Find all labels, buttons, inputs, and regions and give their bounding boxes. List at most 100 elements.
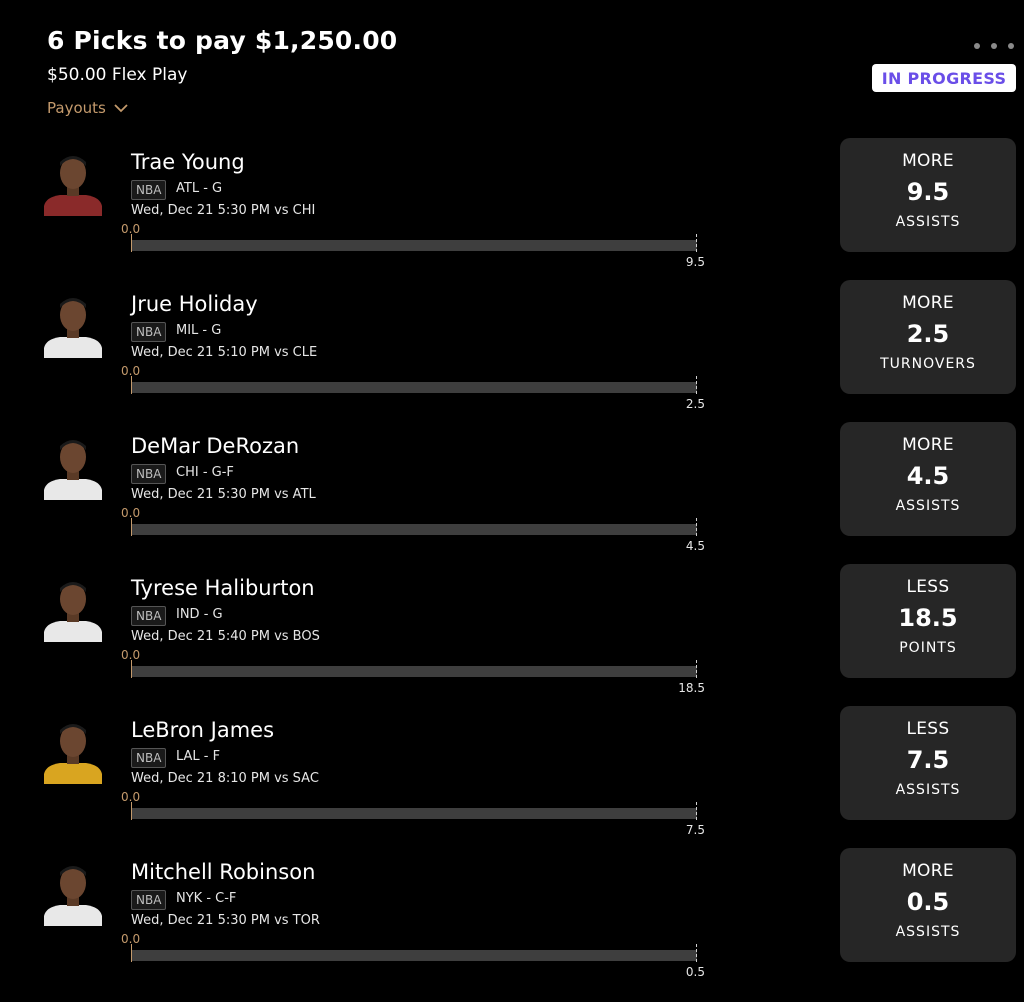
player-name: Mitchell Robinson — [131, 860, 316, 884]
league-tag: NBA — [131, 606, 167, 626]
pick-stat: TURNOVERS — [880, 356, 976, 372]
team-position: LAL - F — [176, 749, 221, 764]
pick-direction: LESS — [906, 577, 950, 597]
pick-direction: MORE — [902, 293, 954, 313]
progress-bar — [131, 944, 697, 962]
pick-direction: MORE — [902, 435, 954, 455]
pick-line: 18.5 — [898, 604, 958, 632]
league-tag: NBA — [131, 890, 167, 910]
player-avatar — [40, 292, 106, 358]
game-info: Wed, Dec 21 5:30 PM vs ATL — [131, 487, 316, 502]
player-name: LeBron James — [131, 718, 275, 742]
more-options-icon[interactable] — [974, 38, 1014, 54]
pick-card[interactable]: MORE 0.5 ASSISTS — [840, 848, 1016, 962]
dot — [1008, 43, 1014, 49]
pick-row: Mitchell Robinson NBA NYK - C-F Wed, Dec… — [0, 848, 1024, 1002]
pick-line: 7.5 — [906, 746, 950, 774]
team-position: ATL - G — [176, 181, 223, 196]
player-avatar — [40, 434, 106, 500]
league-tag: NBA — [131, 464, 167, 484]
pick-card[interactable]: MORE 9.5 ASSISTS — [840, 138, 1016, 252]
progress-line-value: 18.5 — [678, 681, 705, 695]
progress-line-value: 7.5 — [685, 823, 705, 837]
game-info: Wed, Dec 21 5:30 PM vs CHI — [131, 203, 316, 218]
dot — [991, 43, 997, 49]
status-badge: IN PROGRESS — [872, 64, 1016, 92]
dot — [974, 43, 980, 49]
progress-origin-marker — [131, 376, 132, 394]
progress-bar — [131, 802, 697, 820]
progress-track — [131, 666, 697, 677]
entry-title: 6 Picks to pay $1,250.00 — [47, 26, 398, 55]
pick-row: DeMar DeRozan NBA CHI - G-F Wed, Dec 21 … — [0, 422, 1024, 576]
progress-track — [131, 382, 697, 393]
progress-bar — [131, 234, 697, 252]
pick-direction: MORE — [902, 861, 954, 881]
game-info: Wed, Dec 21 5:10 PM vs CLE — [131, 345, 318, 360]
progress-track — [131, 524, 697, 535]
pick-card[interactable]: LESS 7.5 ASSISTS — [840, 706, 1016, 820]
team-position: NYK - C-F — [176, 891, 237, 906]
progress-target-marker — [696, 234, 697, 252]
league-tag: NBA — [131, 180, 167, 200]
pick-row: Tyrese Haliburton NBA IND - G Wed, Dec 2… — [0, 564, 1024, 718]
progress-origin-marker — [131, 944, 132, 962]
league-tag: NBA — [131, 322, 167, 342]
progress-target-marker — [696, 376, 697, 394]
pick-stat: ASSISTS — [895, 498, 961, 514]
team-position: MIL - G — [176, 323, 222, 338]
pick-stat: POINTS — [899, 640, 957, 656]
progress-track — [131, 950, 697, 961]
pick-stat: ASSISTS — [895, 782, 961, 798]
progress-origin-marker — [131, 802, 132, 820]
pick-line: 4.5 — [906, 462, 950, 490]
progress-line-value: 9.5 — [685, 255, 705, 269]
progress-origin-marker — [131, 660, 132, 678]
pick-line: 2.5 — [906, 320, 950, 348]
progress-bar — [131, 660, 697, 678]
pick-line: 0.5 — [906, 888, 950, 916]
player-name: DeMar DeRozan — [131, 434, 300, 458]
team-position: IND - G — [176, 607, 223, 622]
pick-card[interactable]: MORE 2.5 TURNOVERS — [840, 280, 1016, 394]
league-tag: NBA — [131, 748, 167, 768]
pick-direction: MORE — [902, 151, 954, 171]
player-avatar — [40, 860, 106, 926]
payouts-toggle[interactable]: Payouts — [47, 99, 128, 117]
player-avatar — [40, 718, 106, 784]
progress-target-marker — [696, 944, 697, 962]
player-name: Tyrese Haliburton — [131, 576, 315, 600]
pick-row: Jrue Holiday NBA MIL - G Wed, Dec 21 5:1… — [0, 280, 1024, 434]
pick-line: 9.5 — [906, 178, 950, 206]
progress-line-value: 2.5 — [685, 397, 705, 411]
progress-line-value: 4.5 — [685, 539, 705, 553]
game-info: Wed, Dec 21 8:10 PM vs SAC — [131, 771, 319, 786]
progress-origin-marker — [131, 234, 132, 252]
pick-card[interactable]: MORE 4.5 ASSISTS — [840, 422, 1016, 536]
player-avatar — [40, 576, 106, 642]
player-name: Trae Young — [131, 150, 245, 174]
chevron-down-icon — [114, 103, 128, 112]
game-info: Wed, Dec 21 5:40 PM vs BOS — [131, 629, 320, 644]
progress-bar — [131, 518, 697, 536]
pick-stat: ASSISTS — [895, 214, 961, 230]
team-position: CHI - G-F — [176, 465, 234, 480]
player-avatar — [40, 150, 106, 216]
progress-line-value: 0.5 — [685, 965, 705, 979]
progress-target-marker — [696, 802, 697, 820]
pick-row: Trae Young NBA ATL - G Wed, Dec 21 5:30 … — [0, 138, 1024, 292]
progress-origin-marker — [131, 518, 132, 536]
pick-stat: ASSISTS — [895, 924, 961, 940]
pick-card[interactable]: LESS 18.5 POINTS — [840, 564, 1016, 678]
game-info: Wed, Dec 21 5:30 PM vs TOR — [131, 913, 320, 928]
progress-track — [131, 240, 697, 251]
progress-track — [131, 808, 697, 819]
pick-row: LeBron James NBA LAL - F Wed, Dec 21 8:1… — [0, 706, 1024, 860]
progress-bar — [131, 376, 697, 394]
progress-target-marker — [696, 518, 697, 536]
payouts-label: Payouts — [47, 99, 106, 117]
entry-subtitle: $50.00 Flex Play — [47, 65, 188, 85]
player-name: Jrue Holiday — [131, 292, 258, 316]
progress-target-marker — [696, 660, 697, 678]
pick-direction: LESS — [906, 719, 950, 739]
